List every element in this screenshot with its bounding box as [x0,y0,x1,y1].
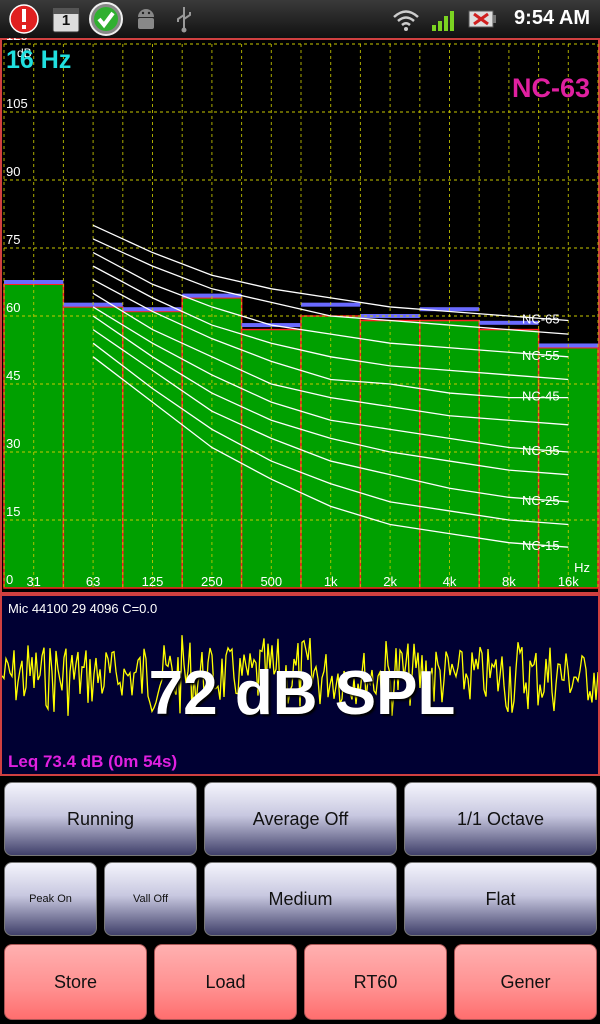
check-icon [89,2,123,36]
x-tick-label-31: 31 [26,574,40,589]
store-button[interactable]: Store [4,944,147,1020]
leq-readout: Leq 73.4 dB (0m 54s) [8,752,178,771]
nc-curve-label-15: NC-15 [522,538,560,553]
peak-button[interactable]: Peak On [4,862,97,936]
x-tick-label-125: 125 [142,574,164,589]
nc-curve-label-65: NC-65 [522,312,560,327]
usb-icon [177,7,191,33]
speed-button[interactable]: Medium [204,862,397,936]
x-unit-label: Hz [574,560,590,575]
x-tick-label-63: 63 [86,574,100,589]
nc-curve-label-55: NC-55 [522,348,560,363]
x-tick-label-2k: 2k [383,574,397,589]
y-tick-label-0: 0 [6,572,13,587]
alert-icon [9,4,39,34]
average-button[interactable]: Average Off [204,782,397,856]
nc-curve-label-25: NC-25 [522,493,560,508]
battery-icon [468,10,496,28]
x-tick-label-250: 250 [201,574,223,589]
y-tick-label-105: 105 [6,96,28,111]
clock: 9:54 AM [514,7,590,29]
mic-info: Mic 44100 29 4096 C=0.0 [8,601,158,616]
nc-rating: NC-63 [512,73,590,103]
calendar-day: 1 [61,12,71,29]
x-tick-label-500: 500 [260,574,282,589]
y-tick-label-60: 60 [6,300,20,315]
android-debug-icon [138,9,154,29]
signal-icon [432,11,454,31]
generator-button[interactable]: Gener [454,944,597,1020]
y-tick-label-45: 45 [6,368,20,383]
x-tick-label-4k: 4k [443,574,457,589]
x-tick-label-8k: 8k [502,574,516,589]
octave-band-chart: NC-65 NC-55 NC-45 NC-35 NC-25 NC-15 0 15 30 45 60 7… [0,38,600,594]
frequency-readout: 16 Hz [6,46,71,74]
valley-button[interactable]: Vall Off [104,862,197,936]
octave-button[interactable]: 1/1 Octave [404,782,597,856]
y-tick-label-90: 90 [6,164,20,179]
control-buttons: Running Average Off 1/1 Octave Peak On V… [0,776,600,1024]
nc-curve-label-45: NC-45 [522,389,560,404]
waveform-panel: Mic 44100 29 4096 C=0.0 72 dB SPL Leq 73… [0,594,600,776]
running-button[interactable]: Running [4,782,197,856]
spectrum-analyzer[interactable]: NC-65 NC-55 NC-45 NC-35 NC-25 NC-15 0 15 30 45 60 7… [0,38,600,594]
y-tick-label-15: 15 [6,504,20,519]
y-tick-label-30: 30 [6,436,20,451]
weighting-button[interactable]: Flat [404,862,597,936]
y-tick-label-120: 120 [6,38,28,43]
load-button[interactable]: Load [154,944,297,1020]
spl-readout: 72 dB SPL [148,659,456,728]
x-tick-label-16k: 16k [558,574,579,589]
status-bar: 1 9:54 AM [0,0,600,38]
x-tick-label-1k: 1k [324,574,338,589]
y-tick-label-75: 75 [6,232,20,247]
nc-curve-label-35: NC-35 [522,443,560,458]
rt60-button[interactable]: RT60 [304,944,447,1020]
wifi-icon [393,10,419,31]
